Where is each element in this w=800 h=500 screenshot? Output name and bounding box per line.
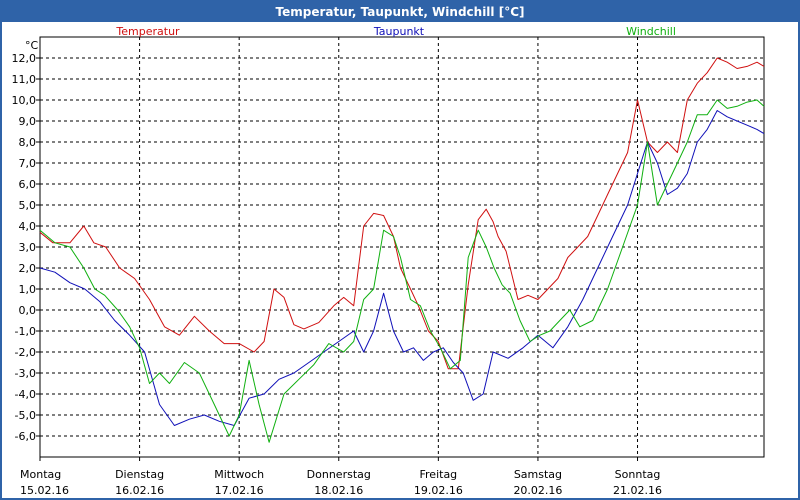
x-tick-date-label: 20.02.16 [513, 484, 562, 497]
y-tick-label: -3,0 [15, 367, 36, 380]
y-tick-label: 5,0 [19, 199, 37, 212]
y-tick-label: 6,0 [19, 178, 37, 191]
y-tick-label: -1,0 [15, 325, 36, 338]
x-tick-day-label: Mittwoch [214, 468, 264, 481]
legend-entry-taupunkt: Taupunkt [373, 25, 425, 38]
y-tick-label: 2,0 [19, 262, 37, 275]
x-tick-day-label: Montag [20, 468, 61, 481]
y-tick-label: -2,0 [15, 346, 36, 359]
y-axis-ticks: 12,0 11,0 10,0 9,0 8,0 7,0 6,0 5,0 4,0 3,0 2,0 1,0 0… [12, 52, 40, 443]
y-tick-label: -6,0 [15, 430, 36, 443]
x-tick-date-label: 21.02.16 [613, 484, 662, 497]
x-tick-date-label: 19.02.16 [414, 484, 463, 497]
x-axis-ticks: Montag 15.02.16 Dienstag 16.02.16 Mittwoch 17… [20, 457, 662, 497]
x-tick-day-label: Donnerstag [307, 468, 371, 481]
y-tick-label: 12,0 [12, 52, 37, 65]
x-tick-date-label: 16.02.16 [115, 484, 164, 497]
y-axis-unit: °C [25, 39, 39, 52]
x-tick-date-label: 15.02.16 [20, 484, 69, 497]
y-tick-label: 9,0 [19, 115, 37, 128]
legend-entry-temperatur: Temperatur [115, 25, 180, 38]
x-tick-date-label: 18.02.16 [314, 484, 363, 497]
y-tick-label: -5,0 [15, 409, 36, 422]
y-tick-label: 8,0 [19, 136, 37, 149]
y-tick-label: 1,0 [19, 283, 37, 296]
y-tick-label: 0,0 [19, 304, 37, 317]
y-tick-label: 11,0 [12, 73, 37, 86]
x-tick-day-label: Freitag [420, 468, 458, 481]
x-tick-day-label: Samstag [514, 468, 562, 481]
y-tick-label: 4,0 [19, 220, 37, 233]
legend-entry-windchill: Windchill [626, 25, 676, 38]
x-tick-day-label: Dienstag [115, 468, 164, 481]
y-tick-label: 3,0 [19, 241, 37, 254]
y-tick-label: 7,0 [19, 157, 37, 170]
temperature-chart: 12,0 11,0 10,0 9,0 8,0 7,0 6,0 5,0 4,0 3,0 2,0 1,0 0… [12, 25, 765, 497]
y-tick-label: 10,0 [12, 94, 37, 107]
legend: Temperatur Taupunkt Windchill [115, 25, 676, 38]
x-tick-day-label: Sonntag [615, 468, 661, 481]
y-tick-label: -4,0 [15, 388, 36, 401]
x-tick-date-label: 17.02.16 [215, 484, 264, 497]
